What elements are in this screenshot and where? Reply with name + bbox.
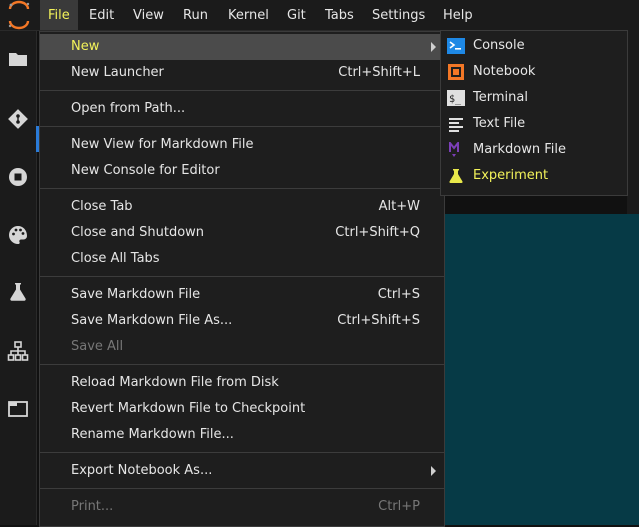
menu-item-new-view-markdown[interactable]: New View for Markdown File: [40, 132, 444, 158]
menu-item-revert-markdown[interactable]: Revert Markdown File to Checkpoint: [40, 396, 444, 422]
menu-item-new-launcher[interactable]: New Launcher Ctrl+Shift+L: [40, 60, 444, 86]
menu-edit[interactable]: Edit: [81, 0, 122, 30]
submenu-item-label: Experiment: [473, 168, 549, 183]
folder-icon[interactable]: [6, 47, 30, 71]
left-sidebar: [0, 31, 37, 525]
menu-item-new[interactable]: New: [40, 34, 444, 60]
submenu-item-experiment[interactable]: Experiment: [441, 163, 627, 189]
menu-item-label: New: [71, 39, 100, 54]
menu-item-shortcut: Ctrl+Shift+S: [337, 313, 420, 328]
menu-item-label: Print...: [71, 499, 114, 514]
submenu-item-text-file[interactable]: Text File: [441, 111, 627, 137]
menu-separator: [40, 90, 444, 91]
menu-separator: [40, 126, 444, 127]
notebook-icon: [447, 64, 465, 80]
editor-area: [440, 214, 639, 525]
menu-item-save-markdown[interactable]: Save Markdown File Ctrl+S: [40, 282, 444, 308]
menu-item-export-notebook[interactable]: Export Notebook As...: [40, 458, 444, 484]
terminal-icon: $_: [447, 90, 465, 106]
menu-item-print: Print... Ctrl+P: [40, 494, 444, 520]
menu-item-reload-markdown[interactable]: Reload Markdown File from Disk: [40, 370, 444, 396]
menu-item-label: Reload Markdown File from Disk: [71, 375, 279, 390]
palette-icon[interactable]: [6, 223, 30, 247]
jupyter-logo-icon[interactable]: [0, 0, 38, 30]
menu-item-shortcut: Alt+W: [378, 199, 420, 214]
submenu-item-notebook[interactable]: Notebook: [441, 59, 627, 85]
menu-item-save-markdown-as[interactable]: Save Markdown File As... Ctrl+Shift+S: [40, 308, 444, 334]
network-icon[interactable]: [6, 339, 30, 363]
menu-separator: [40, 188, 444, 189]
menu-separator: [40, 488, 444, 489]
menu-git[interactable]: Git: [279, 0, 314, 30]
menu-item-label: New Console for Editor: [71, 163, 220, 178]
menu-item-label: Close All Tabs: [71, 251, 160, 266]
menu-item-label: Export Notebook As...: [71, 463, 213, 478]
file-menu-dropdown: New New Launcher Ctrl+Shift+L Open from …: [39, 31, 445, 527]
stop-icon[interactable]: [6, 165, 30, 189]
tab-icon[interactable]: [6, 397, 30, 421]
submenu-item-label: Markdown File: [473, 142, 567, 157]
submenu-item-label: Console: [473, 38, 525, 53]
submenu-item-console[interactable]: Console: [441, 33, 627, 59]
menu-item-shortcut: Ctrl+Shift+Q: [335, 225, 420, 240]
menu-item-label: Save Markdown File As...: [71, 313, 233, 328]
menu-item-shortcut: Ctrl+Shift+L: [338, 65, 420, 80]
menu-item-close-tab[interactable]: Close Tab Alt+W: [40, 194, 444, 220]
console-icon: [447, 38, 465, 54]
menu-item-save-all: Save All: [40, 334, 444, 360]
menu-separator: [40, 364, 444, 365]
text-file-icon: [447, 116, 465, 132]
menu-item-label: New Launcher: [71, 65, 164, 80]
markdown-icon: [447, 140, 465, 158]
menu-item-close-all-tabs[interactable]: Close All Tabs: [40, 246, 444, 272]
submenu-item-markdown-file[interactable]: Markdown File: [441, 137, 627, 163]
menu-run[interactable]: Run: [175, 0, 216, 30]
menu-item-close-shutdown[interactable]: Close and Shutdown Ctrl+Shift+Q: [40, 220, 444, 246]
flask-icon[interactable]: [6, 280, 30, 304]
menu-bar: File Edit View Run Kernel Git Tabs Setti…: [0, 0, 639, 31]
svg-text:$_: $_: [449, 94, 462, 105]
menu-item-label: Rename Markdown File...: [71, 427, 234, 442]
menu-settings[interactable]: Settings: [364, 0, 433, 30]
menu-kernel[interactable]: Kernel: [220, 0, 277, 30]
toolbar-strip: [627, 30, 639, 214]
menu-item-label: Save All: [71, 339, 124, 354]
menu-tabs[interactable]: Tabs: [317, 0, 362, 30]
menu-item-open-from-path[interactable]: Open from Path...: [40, 96, 444, 122]
git-icon[interactable]: [6, 107, 30, 131]
submenu-item-label: Terminal: [473, 90, 528, 105]
new-submenu: Console Notebook $_ Terminal Text File M…: [440, 30, 628, 196]
menu-item-label: Revert Markdown File to Checkpoint: [71, 401, 306, 416]
submenu-item-terminal[interactable]: $_ Terminal: [441, 85, 627, 111]
menu-separator: [40, 276, 444, 277]
menu-item-label: Close Tab: [71, 199, 133, 214]
menu-item-label: Close and Shutdown: [71, 225, 205, 240]
chevron-right-icon: [431, 466, 436, 476]
menu-separator: [40, 452, 444, 453]
submenu-item-label: Text File: [473, 116, 526, 131]
submenu-item-label: Notebook: [473, 64, 536, 79]
menu-item-shortcut: Ctrl+P: [378, 499, 420, 514]
menu-item-label: Open from Path...: [71, 101, 186, 116]
menu-item-rename-markdown[interactable]: Rename Markdown File...: [40, 422, 444, 448]
flask-icon: [447, 168, 465, 184]
menu-item-shortcut: Ctrl+S: [377, 287, 420, 302]
menu-file[interactable]: File: [40, 0, 78, 30]
menu-item-new-console-editor[interactable]: New Console for Editor: [40, 158, 444, 184]
menu-help[interactable]: Help: [435, 0, 481, 30]
chevron-right-icon: [431, 42, 436, 52]
menu-item-label: New View for Markdown File: [71, 137, 254, 152]
menu-item-label: Save Markdown File: [71, 287, 201, 302]
menu-view[interactable]: View: [125, 0, 172, 30]
